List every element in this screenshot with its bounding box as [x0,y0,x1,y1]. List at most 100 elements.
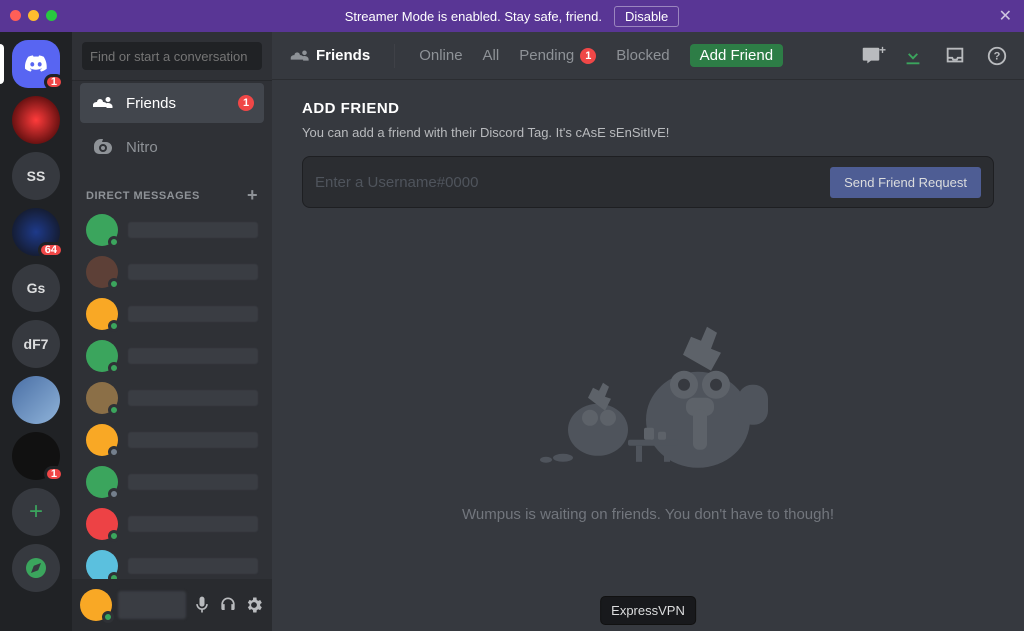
divider [394,44,395,68]
status-indicator [108,572,120,579]
add-friend-input-row: Send Friend Request [302,156,994,208]
empty-state-text: Wumpus is waiting on friends. You don't … [272,506,1024,523]
dm-item[interactable] [80,378,264,418]
dm-name-redacted [128,348,258,364]
tab-add-friend[interactable]: Add Friend [690,44,783,67]
server-item[interactable]: 64 [12,208,60,256]
dm-item[interactable] [80,294,264,334]
server-badge: 64 [38,242,64,258]
add-friend-input[interactable] [315,174,830,191]
dm-header-label: DIRECT MESSAGES [86,190,200,202]
dm-item[interactable] [80,252,264,292]
dm-item[interactable] [80,546,264,579]
server-item[interactable]: 1 [12,432,60,480]
dm-avatar [86,298,118,330]
maximize-window[interactable] [46,10,57,21]
home-button[interactable]: 1 [12,40,60,88]
self-avatar[interactable] [80,589,112,621]
dm-name-redacted [128,390,258,406]
friends-nav[interactable]: Friends 1 [80,83,264,123]
dm-name-redacted [128,264,258,280]
friends-header-label: Friends [316,47,370,64]
user-panel [72,579,272,631]
minimize-window[interactable] [28,10,39,21]
dm-avatar [86,550,118,579]
friends-icon [90,91,114,115]
streamer-mode-text: Streamer Mode is enabled. Stay safe, fri… [345,9,602,24]
friends-icon [288,45,310,67]
server-badge: 1 [44,466,64,482]
compass-icon [24,556,48,580]
dm-avatar [86,214,118,246]
disable-streamer-button[interactable]: Disable [614,6,679,27]
server-item[interactable]: SS [12,152,60,200]
status-indicator [108,404,120,416]
window-traffic-lights[interactable] [10,10,57,21]
dm-item[interactable] [80,462,264,502]
friends-nav-label: Friends [126,95,176,112]
server-item[interactable]: Gs [12,264,60,312]
nitro-icon [90,135,114,159]
tab-pending[interactable]: Pending 1 [519,47,596,64]
dm-avatar [86,382,118,414]
tab-pending-label: Pending [519,47,574,64]
server-item[interactable] [12,376,60,424]
close-banner-icon[interactable]: ✕ [999,6,1012,26]
dock-tooltip: ExpressVPN [600,596,696,625]
dm-item[interactable] [80,420,264,460]
inbox-button[interactable] [944,45,966,67]
add-friend-subtitle: You can add a friend with their Discord … [302,125,994,140]
dm-avatar [86,340,118,372]
nitro-nav[interactable]: Nitro [80,127,264,167]
home-badge: 1 [44,74,64,90]
dm-item[interactable] [80,336,264,376]
friends-header: Friends [288,45,370,67]
empty-state: Wumpus is waiting on friends. You don't … [272,290,1024,523]
quick-switcher-input[interactable] [82,42,262,70]
tab-all[interactable]: All [483,47,500,64]
svg-text:?: ? [994,50,1001,62]
discord-logo-icon [24,52,48,76]
status-indicator [108,446,120,458]
status-indicator [108,362,120,374]
dm-sidebar: Friends 1 Nitro DIRECT MESSAGES + [72,32,272,631]
dm-avatar [86,256,118,288]
tab-online[interactable]: Online [419,47,462,64]
dm-name-redacted [128,516,258,532]
tab-blocked[interactable]: Blocked [616,47,669,64]
dm-list [72,210,272,579]
mute-mic-button[interactable] [192,595,212,615]
explore-servers-button[interactable] [12,544,60,592]
streamer-mode-banner: Streamer Mode is enabled. Stay safe, fri… [0,0,1024,32]
self-name [118,591,186,619]
dm-name-redacted [128,222,258,238]
server-item[interactable]: dF7 [12,320,60,368]
status-indicator [108,530,120,542]
server-item[interactable] [12,96,60,144]
main-content: Friends Online All Pending 1 Blocked Add… [272,32,1024,631]
nitro-nav-label: Nitro [126,139,158,156]
status-indicator [108,278,120,290]
status-indicator [108,236,120,248]
dm-avatar [86,508,118,540]
wumpus-illustration [488,290,808,480]
send-friend-request-button[interactable]: Send Friend Request [830,167,981,198]
user-settings-button[interactable] [244,595,264,615]
dm-name-redacted [128,432,258,448]
download-button[interactable] [902,45,924,67]
dm-avatar [86,466,118,498]
pending-badge: 1 [580,48,596,64]
dm-item[interactable] [80,210,264,250]
help-button[interactable]: ? [986,45,1008,67]
server-list: 1 SS 64 Gs dF7 1 + [0,32,72,631]
friends-topbar: Friends Online All Pending 1 Blocked Add… [272,32,1024,80]
close-window[interactable] [10,10,21,21]
new-group-dm-button[interactable]: + [860,45,882,67]
friends-badge: 1 [238,95,254,111]
add-server-button[interactable]: + [12,488,60,536]
dm-name-redacted [128,306,258,322]
deafen-button[interactable] [218,595,238,615]
dm-name-redacted [128,474,258,490]
create-dm-button[interactable]: + [247,185,258,206]
dm-item[interactable] [80,504,264,544]
